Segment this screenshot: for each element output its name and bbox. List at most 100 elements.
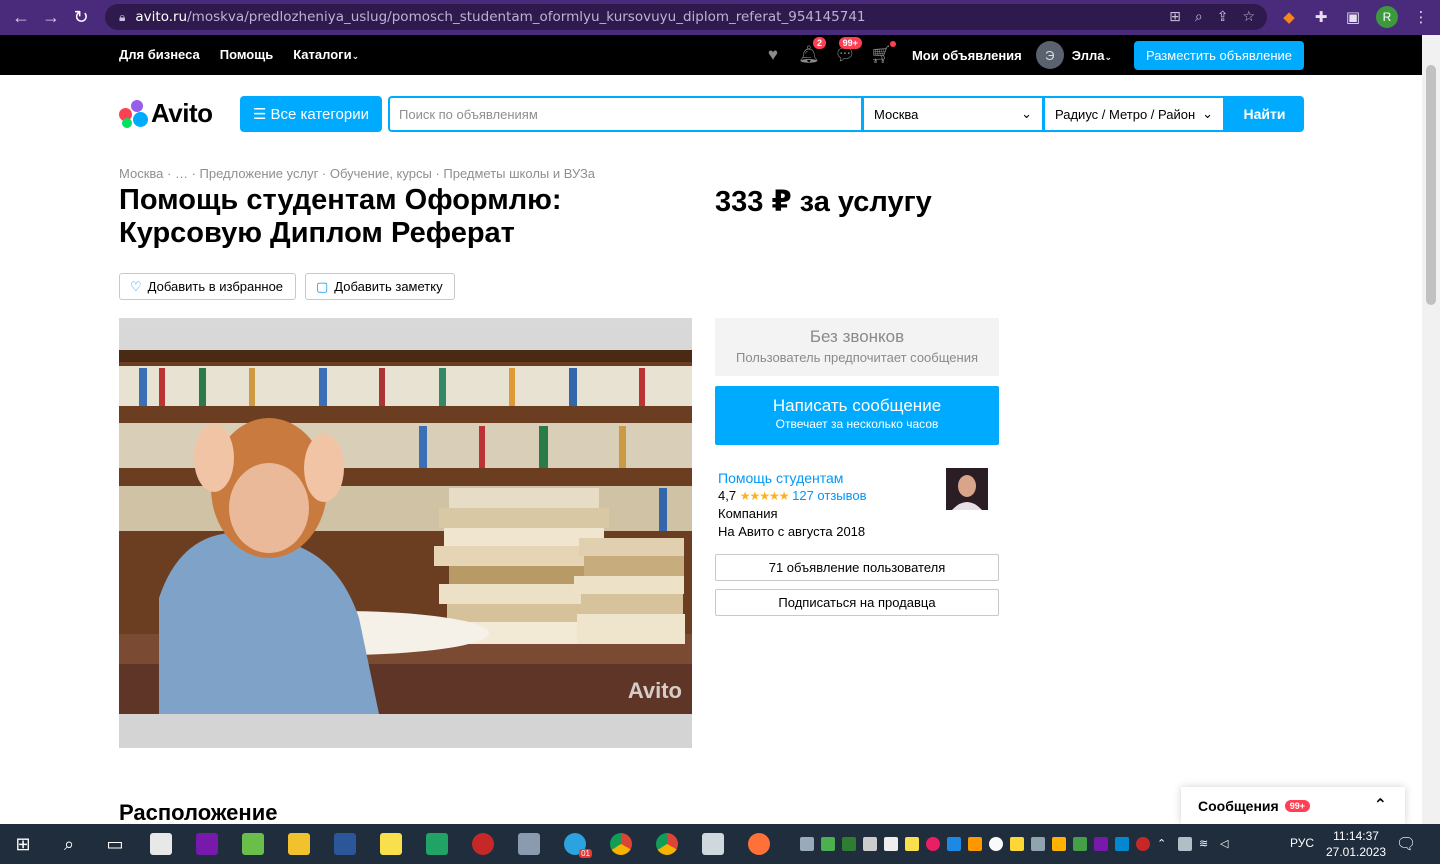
taskbar-app-telegram-icon[interactable]: 01 [552,824,598,864]
url-path: /moskva/predlozheniya_uslug/pomosch_stud… [187,9,866,25]
breadcrumb-subjects[interactable]: Предметы школы и ВУЗа [443,166,595,181]
tray-volume-icon[interactable]: ◁ [1220,837,1234,851]
categories-search-icon: ☰ [252,106,267,123]
bookmark-star-icon[interactable]: ☆ [1242,9,1255,25]
place-ad-button[interactable]: Разместить объявление [1133,40,1304,70]
tray-monitor-icon[interactable] [863,837,877,851]
business-link[interactable]: Для бизнеса [119,47,200,62]
reload-icon[interactable]: ↻ [66,3,96,33]
subscribe-button[interactable]: Подписаться на продавца [715,589,999,616]
breadcrumb-services[interactable]: Предложение услуг [200,166,319,181]
taskbar-app-sheets-icon[interactable] [230,824,276,864]
my-ads-link[interactable]: Мои объявления [912,48,1022,63]
action-center-icon[interactable]: 🗨︎ [1396,834,1416,854]
taskbar-app-word-icon[interactable] [322,824,368,864]
taskbar-app-calculator-icon[interactable] [690,824,736,864]
taskbar-app-chrome2-icon[interactable] [644,824,690,864]
catalogs-link[interactable]: Каталоги⌄ [293,47,359,62]
forward-icon[interactable]: → [36,3,66,33]
city-select[interactable]: Москва ⌄ [863,96,1044,132]
input-language[interactable]: РУС [1290,836,1314,850]
taskbar-app-chrome-icon[interactable] [598,824,644,864]
user-avatar[interactable]: Э [1035,41,1064,69]
tray-leaf-icon[interactable] [1073,837,1087,851]
write-message-button[interactable]: Написать сообщение Отвечает за несколько… [715,386,999,445]
help-link[interactable]: Помощь [220,47,273,62]
tray-red-icon[interactable] [1136,837,1150,851]
reviews-link[interactable]: 127 отзывов [792,488,866,503]
search-button[interactable]: Найти [1225,96,1304,132]
favorites-heart-icon[interactable]: ♥ [762,44,784,66]
tray-app-icon[interactable] [821,837,835,851]
tray-fx-icon[interactable] [1115,837,1129,851]
taskbar-app-explorer-icon[interactable] [276,824,322,864]
chevron-up-icon[interactable]: ⌃ [1374,795,1387,815]
sidepanel-icon[interactable]: ▣ [1344,8,1362,26]
taskbar-app-sheets2-icon[interactable] [414,824,460,864]
tray-shield-icon[interactable] [842,837,856,851]
chevron-down-icon: ⌄ [1021,106,1032,121]
taskbar-app-onenote-icon[interactable] [184,824,230,864]
cart-icon[interactable]: 🛒︎ [870,41,896,66]
tray-send-icon[interactable] [800,837,814,851]
seller-name-link[interactable]: Помощь студентам [718,469,867,487]
search-input[interactable]: Поиск по объявлениям [388,96,863,132]
back-icon[interactable]: ← [6,3,36,33]
scrollbar-thumb[interactable] [1426,65,1436,305]
no-calls-title: Без звонков [809,327,905,346]
tray-record-icon[interactable] [926,837,940,851]
tray-onenote-icon[interactable] [1094,837,1108,851]
user-ads-button[interactable]: 71 объявление пользователя [715,554,999,581]
tray-folder-icon[interactable] [1052,837,1066,851]
seller-type: Компания [718,506,778,521]
menu-kebab-icon[interactable]: ⋮ [1412,8,1430,26]
tray-sticky-icon[interactable] [1010,837,1024,851]
add-favorite-button[interactable]: ♡ Добавить в избранное [119,273,296,300]
tray-note-icon[interactable] [905,837,919,851]
taskbar-app-red-icon[interactable] [460,824,506,864]
radius-select[interactable]: Радиус / Метро / Район ⌄ [1044,96,1225,132]
share-icon[interactable]: ⇪ [1217,9,1229,25]
tray-chevron-icon[interactable]: ⌃ [1157,837,1171,851]
location-heading: Расположение [119,800,278,825]
add-note-button[interactable]: ▢ Добавить заметку [305,273,455,300]
tray-color-icon[interactable] [968,837,982,851]
task-view-icon[interactable]: ▭ [92,824,138,864]
tray-snip-icon[interactable] [947,837,961,851]
extensions-icon[interactable]: ✚ [1312,8,1330,26]
metamask-icon[interactable]: ◆ [1280,8,1298,26]
listing-photo[interactable]: Avito [119,318,692,748]
seller-avatar[interactable] [946,468,988,510]
taskbar-search-icon[interactable]: ⌕ [46,824,92,864]
messages-badge: 99+ [838,37,862,49]
tray-file-icon[interactable] [884,837,898,851]
system-tray: ⌃ ≋ ◁ [800,824,1234,864]
profile-avatar[interactable]: R [1376,6,1398,28]
breadcrumb-education[interactable]: Обучение, курсы [330,166,432,181]
zoom-icon[interactable]: ⌕ [1195,9,1203,25]
breadcrumb-moscow[interactable]: Москва [119,166,163,181]
translate-icon[interactable]: ⊞ [1169,9,1181,25]
windows-start-icon[interactable]: ⊞ [0,824,46,864]
messages-widget[interactable]: Сообщения 99+ ⌃ [1181,787,1405,824]
user-menu[interactable]: Элла⌄ [1072,48,1112,63]
notifications-badge: 2 [812,37,826,49]
tray-wifi-icon[interactable]: ≋ [1199,837,1213,851]
avito-logo[interactable]: Avito [119,98,213,129]
logo-dots-icon [119,99,148,128]
taskbar-app-sticky-icon[interactable] [368,824,414,864]
all-categories-button[interactable]: ☰ Все категории [240,96,382,132]
messages-icon[interactable]: 💬︎ 99+ [834,37,862,66]
tray-keyboard-icon[interactable] [1178,837,1192,851]
taskbar-clock[interactable]: 11:14:37 27.01.2023 [1326,828,1386,860]
page-scrollbar[interactable] [1422,35,1440,824]
url-host: avito.ru [135,9,188,25]
tray-window-icon[interactable] [1031,837,1045,851]
taskbar-app-notepad-icon[interactable] [138,824,184,864]
notifications-bell-icon[interactable]: 🔔︎ 2 [798,37,826,66]
taskbar-app-tool-icon[interactable] [506,824,552,864]
tray-block-icon[interactable] [989,837,1003,851]
taskbar-app-firefox-icon[interactable] [736,824,782,864]
address-bar[interactable]: 🔒︎ avito.ru/moskva/predlozheniya_uslug/p… [105,4,1267,30]
site-topbar: Для бизнеса Помощь Каталоги⌄ ♥ 🔔︎ 2 💬︎ 99+… [0,35,1422,75]
